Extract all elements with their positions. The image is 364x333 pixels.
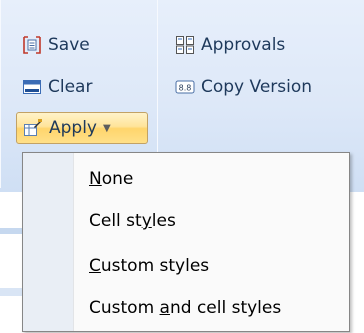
save-label: Save [48,35,90,55]
save-button[interactable]: Save [22,32,90,58]
apply-icon [23,118,43,138]
copy-version-label: Copy Version [201,77,313,97]
access-key: a [159,298,170,318]
apply-dropdown-button[interactable]: Apply ▼ [16,112,148,144]
menu-item-custom-styles[interactable]: Custom styles [89,251,209,281]
background-strip [0,228,22,234]
clear-icon [22,77,42,97]
menu-item-none[interactable]: None [89,164,133,194]
save-icon [22,35,42,55]
background-strip [0,288,22,296]
apply-dropdown-menu: None Cell styles Custom styles Custom an… [22,152,350,332]
clear-label: Clear [48,77,93,97]
access-key: C [89,256,101,276]
access-key: N [89,169,102,189]
menu-gutter [23,153,74,331]
dropdown-caret-icon: ▼ [103,122,111,134]
approvals-label: Approvals [201,35,286,55]
approvals-icon [175,35,195,55]
copy-version-button[interactable]: 8.8 Copy Version [175,74,312,100]
menu-item-custom-and-cell-styles[interactable]: Custom and cell styles [89,293,281,323]
menu-item-cell-styles[interactable]: Cell styles [89,206,176,236]
apply-label: Apply [49,118,97,138]
svg-text:8.8: 8.8 [179,84,192,93]
approvals-button[interactable]: Approvals [175,32,285,58]
copy-version-icon: 8.8 [175,77,195,97]
access-key: y [141,211,152,231]
clear-button[interactable]: Clear [22,74,92,100]
